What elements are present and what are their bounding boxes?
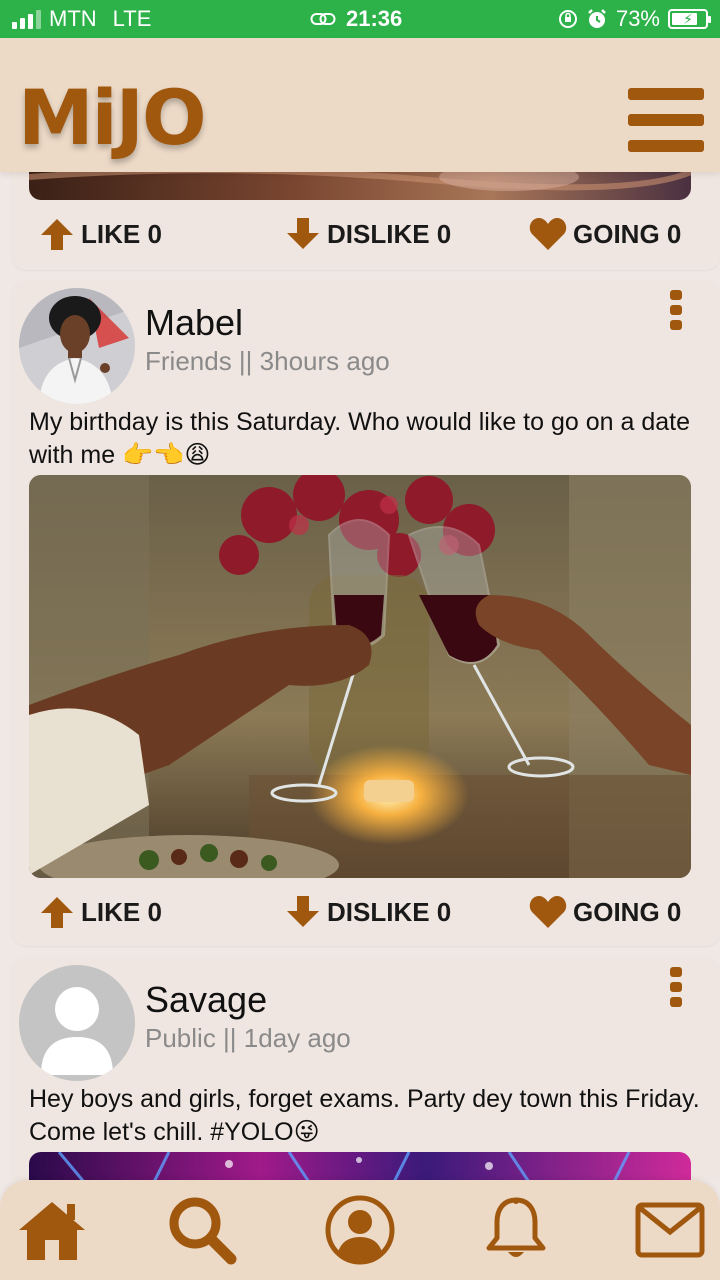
post-actions: LIKE 0 DISLIKE 0 GOING 0 <box>12 892 720 932</box>
app-header: MiJO <box>0 38 720 172</box>
post-author[interactable]: Mabel <box>145 302 243 344</box>
arrow-up-icon <box>41 897 73 928</box>
heart-icon <box>529 896 567 928</box>
status-left: MTN LTE <box>12 0 151 38</box>
status-bar: MTN LTE 21:36 73% ⚡ <box>0 0 720 38</box>
post-card: LIKE 0 DISLIKE 0 GOING 0 <box>12 172 720 270</box>
bottom-nav <box>0 1180 720 1280</box>
arrow-down-icon <box>287 218 319 249</box>
post-text: Hey boys and girls, forget exams. Party … <box>29 1085 700 1146</box>
avatar[interactable] <box>19 288 135 404</box>
mail-icon[interactable] <box>634 1194 706 1266</box>
more-options-icon[interactable] <box>670 967 684 1007</box>
bell-icon[interactable] <box>480 1194 552 1266</box>
profile-icon[interactable] <box>324 1194 396 1266</box>
home-icon[interactable] <box>16 1194 88 1266</box>
post-card: Mabel Friends || 3hours ago My birthday … <box>12 280 720 946</box>
carrier-label: MTN <box>49 6 97 31</box>
clock-time: 21:36 <box>346 6 403 31</box>
going-button[interactable]: GOING 0 <box>529 214 681 254</box>
post-text: My birthday is this Saturday. Who would … <box>29 408 690 469</box>
heart-icon <box>529 218 567 250</box>
dislike-label: DISLIKE 0 <box>327 896 452 927</box>
dislike-button[interactable]: DISLIKE 0 <box>285 892 451 932</box>
like-button[interactable]: LIKE 0 <box>39 214 162 254</box>
battery-percent: 73% <box>615 6 660 31</box>
app-logo[interactable]: MiJO <box>18 80 207 156</box>
arrow-down-icon <box>287 896 319 927</box>
party-lights-photo <box>29 1152 691 1180</box>
post-meta: Public || 1day ago <box>145 1023 351 1053</box>
signal-icon <box>12 9 41 29</box>
post-image[interactable] <box>29 475 691 878</box>
avatar[interactable] <box>19 965 135 1081</box>
post-meta: Friends || 3hours ago <box>145 346 390 376</box>
rotation-lock-icon <box>558 10 577 28</box>
going-label: GOING 0 <box>573 218 682 249</box>
wine-toast-photo <box>29 475 691 878</box>
network-label: LTE <box>112 6 152 31</box>
arrow-up-icon <box>41 219 73 250</box>
post-actions: LIKE 0 DISLIKE 0 GOING 0 <box>12 214 720 254</box>
status-right: 73% ⚡ <box>558 0 711 38</box>
going-label: GOING 0 <box>573 896 682 927</box>
link-icon <box>310 13 336 25</box>
going-button[interactable]: GOING 0 <box>529 892 681 932</box>
alarm-icon <box>588 9 606 28</box>
battery-charging-icon: ⚡ <box>668 9 711 29</box>
hamburger-menu-icon[interactable] <box>628 88 704 152</box>
more-options-icon[interactable] <box>670 290 684 330</box>
search-icon[interactable] <box>166 1194 238 1266</box>
post-author[interactable]: Savage <box>145 979 267 1021</box>
like-label: LIKE 0 <box>81 896 162 927</box>
like-button[interactable]: LIKE 0 <box>39 892 162 932</box>
post-image[interactable] <box>29 172 691 200</box>
dislike-button[interactable]: DISLIKE 0 <box>285 214 451 254</box>
post-image[interactable] <box>29 1152 691 1180</box>
post-feed[interactable]: LIKE 0 DISLIKE 0 GOING 0 Mabel Friends |… <box>0 172 720 1180</box>
like-label: LIKE 0 <box>81 218 162 249</box>
dislike-label: DISLIKE 0 <box>327 218 452 249</box>
post-card: Savage Public || 1day ago Hey boys and g… <box>12 957 720 1180</box>
status-center: 21:36 <box>310 0 402 38</box>
